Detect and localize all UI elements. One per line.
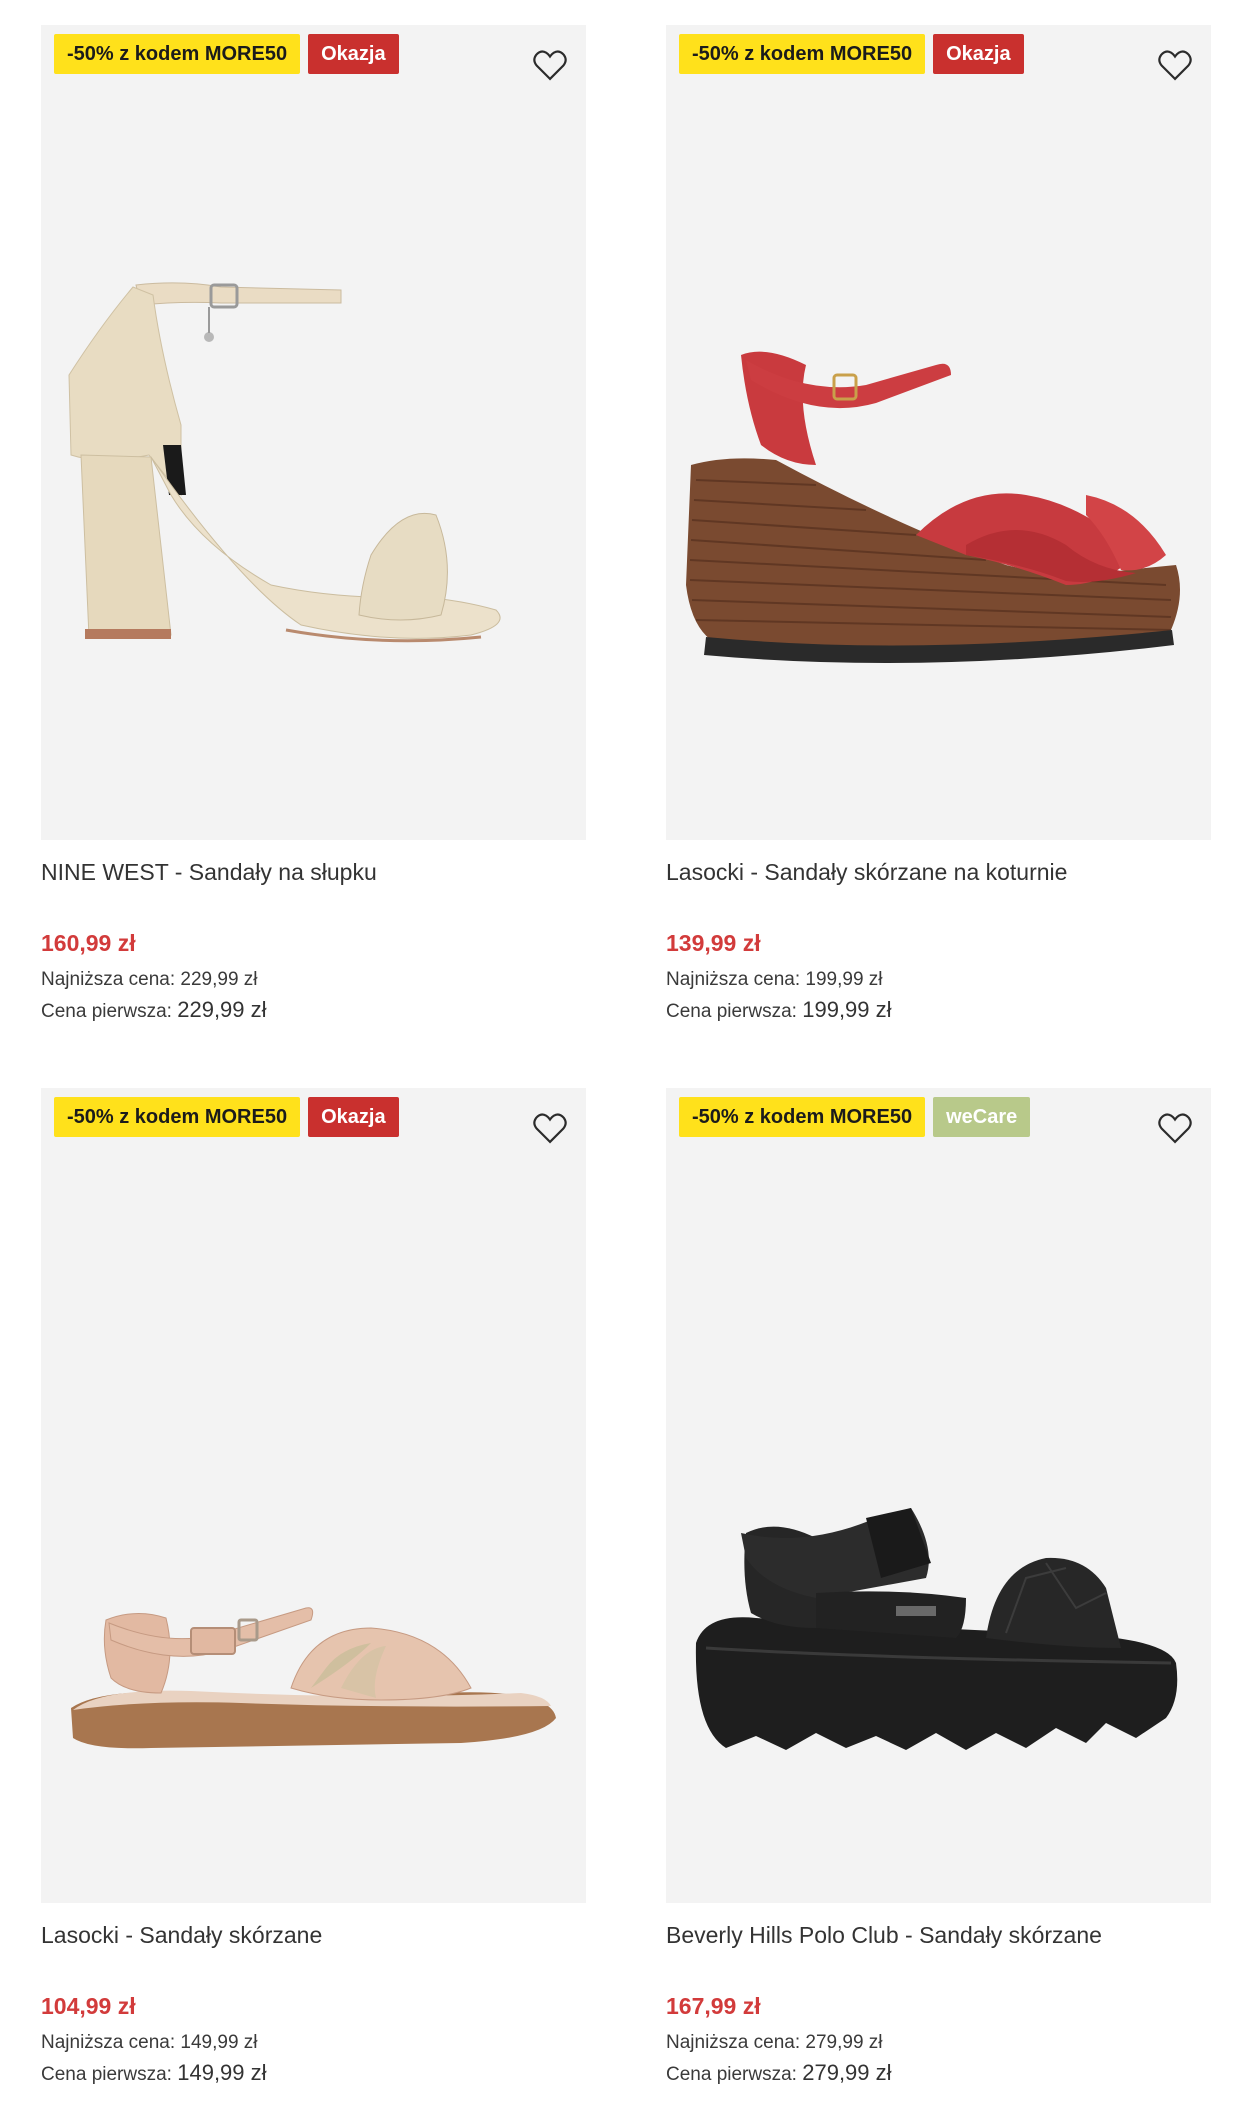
first-price-row: Cena pierwsza: 199,99 zł	[666, 996, 892, 1026]
heart-outline-icon	[533, 1113, 567, 1144]
heart-outline-icon	[1158, 50, 1192, 81]
first-price-value: 229,99 zł	[177, 997, 267, 1022]
product-image[interactable]: -50% z kodem MORE50 Okazja	[41, 1088, 586, 1903]
lowest-price-label: Najniższa cena:	[666, 2032, 801, 2053]
nude-flat-sandal-image	[71, 1607, 556, 1749]
lowest-price-label: Najniższa cena:	[41, 2032, 176, 2053]
product-title[interactable]: Lasocki - Sandały skórzane na koturnie	[666, 855, 1211, 889]
first-price-value: 199,99 zł	[802, 997, 892, 1022]
product-title[interactable]: Lasocki - Sandały skórzane	[41, 1918, 586, 1952]
product-card[interactable]: -50% z kodem MORE50 Okazja Lasocki - San…	[666, 25, 1211, 1065]
product-price: 104,99 zł	[41, 1993, 136, 2019]
sale-badge: Okazja	[933, 34, 1024, 74]
lowest-price-value: 229,99 zł	[180, 969, 258, 990]
wecare-badge: weCare	[933, 1097, 1031, 1137]
product-image[interactable]: -50% z kodem MORE50 weCare	[666, 1088, 1211, 1903]
product-card[interactable]: -50% z kodem MORE50 Okazja Lasocki - San…	[41, 1088, 586, 2128]
first-price-label: Cena pierwsza:	[41, 2064, 172, 2085]
promo-code-badge: -50% z kodem MORE50	[679, 1097, 926, 1137]
product-grid: -50% z kodem MORE50 Okazja NINE WEST - S…	[0, 0, 1250, 2123]
promo-code-badge: -50% z kodem MORE50	[54, 34, 301, 74]
black-chunky-sandal-image	[695, 1508, 1178, 1750]
badge-group: -50% z kodem MORE50 Okazja	[679, 34, 1024, 74]
lowest-price-row: Najniższa cena: 149,99 zł	[41, 2029, 258, 2057]
lowest-price-row: Najniższa cena: 229,99 zł	[41, 966, 258, 994]
promo-code-badge: -50% z kodem MORE50	[679, 34, 926, 74]
lowest-price-row: Najniższa cena: 199,99 zł	[666, 966, 883, 994]
favorite-button[interactable]	[530, 1108, 570, 1148]
heart-outline-icon	[533, 50, 567, 81]
first-price-value: 149,99 zł	[177, 2060, 267, 2085]
product-title[interactable]: NINE WEST - Sandały na słupku	[41, 855, 586, 889]
favorite-button[interactable]	[1155, 45, 1195, 85]
promo-code-badge: -50% z kodem MORE50	[54, 1097, 301, 1137]
first-price-row: Cena pierwsza: 229,99 zł	[41, 996, 267, 1026]
lowest-price-value: 199,99 zł	[805, 969, 883, 990]
first-price-row: Cena pierwsza: 279,99 zł	[666, 2059, 892, 2089]
lowest-price-label: Najniższa cena:	[41, 969, 176, 990]
product-image[interactable]: -50% z kodem MORE50 Okazja	[666, 25, 1211, 840]
lowest-price-row: Najniższa cena: 279,99 zł	[666, 2029, 883, 2057]
product-card[interactable]: -50% z kodem MORE50 weCare Beverly Hills…	[666, 1088, 1211, 2128]
lowest-price-value: 279,99 zł	[805, 2032, 883, 2053]
sale-badge: Okazja	[308, 1097, 399, 1137]
first-price-label: Cena pierwsza:	[666, 1001, 797, 1022]
favorite-button[interactable]	[530, 45, 570, 85]
product-image[interactable]: -50% z kodem MORE50 Okazja	[41, 25, 586, 840]
product-price: 160,99 zł	[41, 930, 136, 956]
beige-block-heel-sandal-image	[68, 282, 501, 643]
lowest-price-value: 149,99 zł	[180, 2032, 258, 2053]
first-price-row: Cena pierwsza: 149,99 zł	[41, 2059, 267, 2089]
first-price-value: 279,99 zł	[802, 2060, 892, 2085]
product-title[interactable]: Beverly Hills Polo Club - Sandały skórza…	[666, 1918, 1211, 1952]
lowest-price-label: Najniższa cena:	[666, 969, 801, 990]
red-wedge-sandal-image	[686, 351, 1180, 663]
heart-outline-icon	[1158, 1113, 1192, 1144]
first-price-label: Cena pierwsza:	[41, 1001, 172, 1022]
product-card[interactable]: -50% z kodem MORE50 Okazja NINE WEST - S…	[41, 25, 586, 1065]
favorite-button[interactable]	[1155, 1108, 1195, 1148]
badge-group: -50% z kodem MORE50 weCare	[679, 1097, 1031, 1137]
sale-badge: Okazja	[308, 34, 399, 74]
first-price-label: Cena pierwsza:	[666, 2064, 797, 2085]
badge-group: -50% z kodem MORE50 Okazja	[54, 1097, 399, 1137]
product-price: 167,99 zł	[666, 1993, 761, 2019]
badge-group: -50% z kodem MORE50 Okazja	[54, 34, 399, 74]
product-price: 139,99 zł	[666, 930, 761, 956]
